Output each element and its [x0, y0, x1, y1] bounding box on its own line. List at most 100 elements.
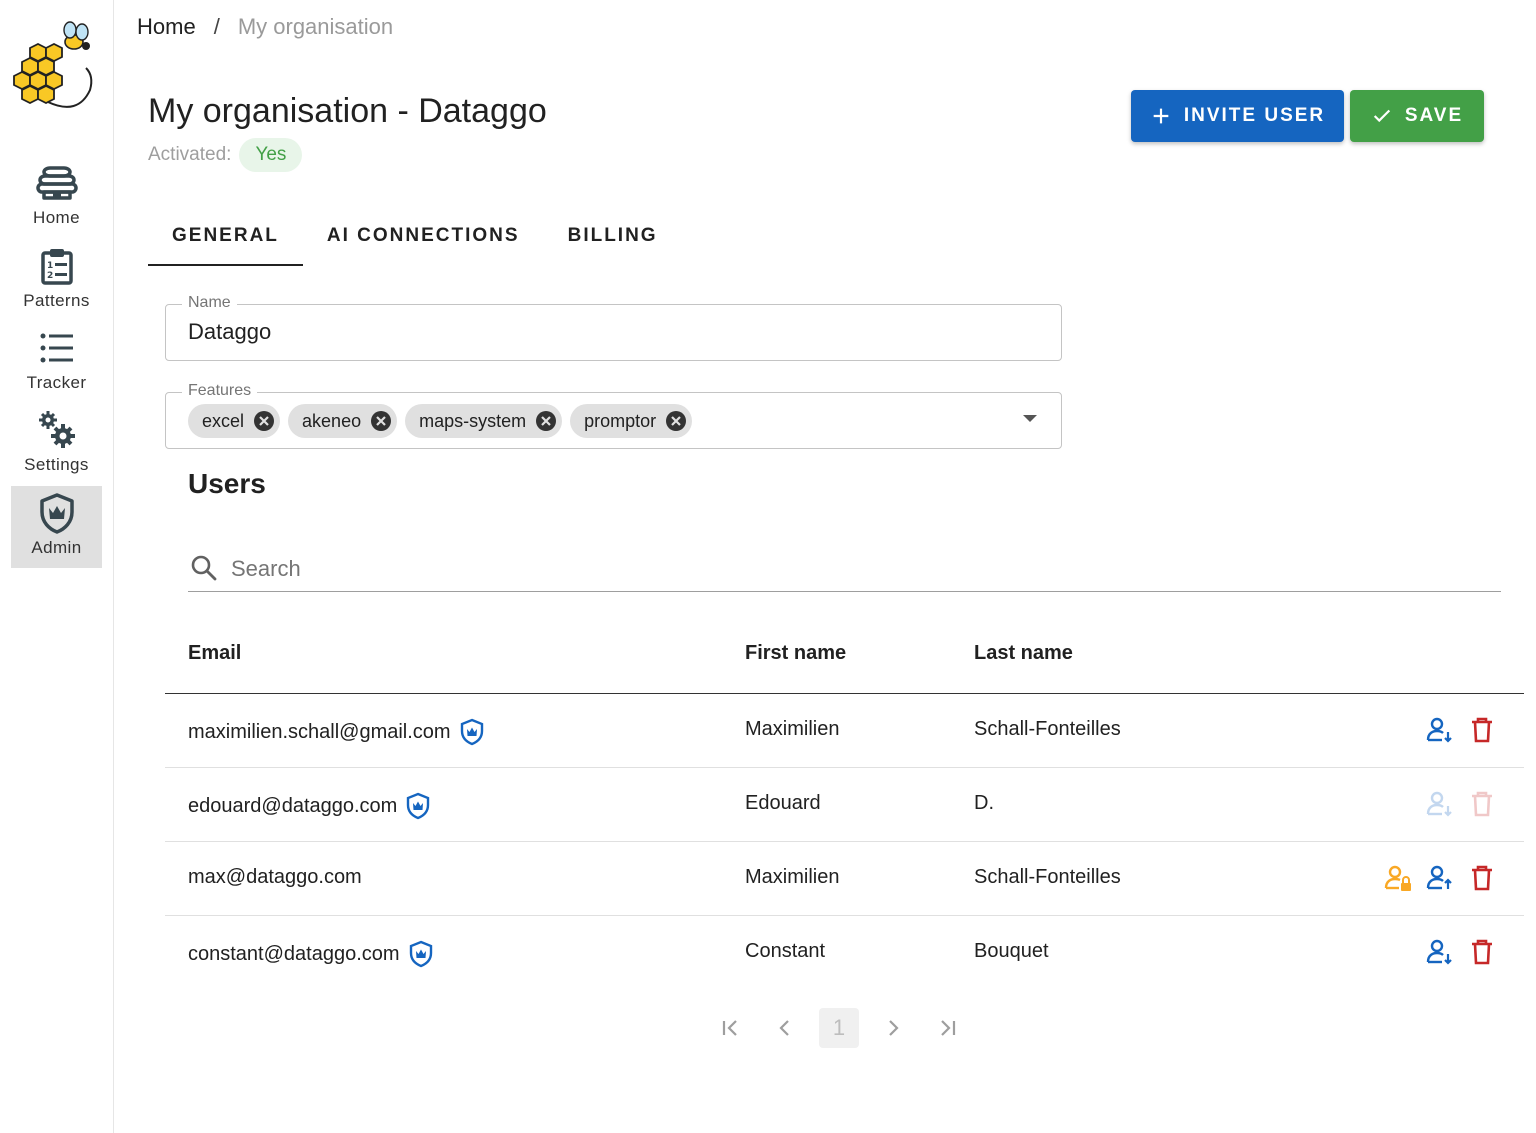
email-cell: constant@dataggo.com	[188, 940, 434, 968]
sidebar: Home 1 2 Patterns Tracker Settings Admin	[0, 0, 114, 1133]
last-page-button[interactable]	[927, 1008, 967, 1048]
table-row: max@dataggo.com Maximilien Schall-Fontei…	[165, 842, 1524, 916]
admin-shield-icon	[409, 940, 432, 968]
remove-chip-icon[interactable]	[664, 409, 688, 433]
promote-user-icon[interactable]	[1426, 864, 1454, 892]
admin-shield-icon	[460, 718, 483, 746]
features-select[interactable]: Features excel akeneo maps-system prompt…	[165, 382, 1062, 449]
tab-general[interactable]: GENERAL	[148, 206, 303, 266]
search-input[interactable]: Search	[188, 546, 1501, 592]
invite-user-label: INVITE USER	[1183, 105, 1326, 126]
sidebar-item-label: Settings	[24, 455, 89, 474]
delete-icon[interactable]	[1468, 716, 1496, 744]
feature-chip: excel	[188, 404, 281, 438]
feature-chip-label: excel	[202, 410, 245, 431]
list-icon	[40, 333, 73, 363]
demote-user-icon[interactable]	[1426, 938, 1454, 966]
feature-chip-label: maps-system	[419, 410, 527, 431]
next-page-button[interactable]	[873, 1008, 913, 1048]
first-name-cell: Maximilien	[745, 718, 840, 740]
row-actions	[1426, 790, 1496, 818]
feature-chip-label: akeneo	[302, 410, 362, 431]
chevron-right-icon	[889, 1020, 899, 1036]
page-title: My organisation - Dataggo	[148, 92, 547, 130]
sidebar-item-tracker[interactable]: Tracker	[11, 321, 102, 403]
column-header-last-name[interactable]: Last name	[974, 642, 1073, 665]
email-cell: edouard@dataggo.com	[188, 792, 431, 820]
activated-label: Activated:	[148, 144, 232, 165]
current-page[interactable]: 1	[819, 1008, 859, 1048]
demote-user-icon	[1426, 791, 1452, 817]
remove-chip-icon[interactable]	[252, 409, 276, 433]
row-actions	[1426, 938, 1496, 966]
previous-page-button[interactable]	[765, 1008, 805, 1048]
column-header-email[interactable]: Email	[188, 642, 241, 665]
breadcrumb: Home / My organisation	[137, 14, 393, 40]
feature-chip: maps-system	[405, 404, 563, 438]
clipboard-list-icon: 1 2	[40, 249, 73, 285]
name-field-value[interactable]: Dataggo	[188, 319, 271, 345]
pagination: 1	[711, 1008, 967, 1048]
feature-chips: excel akeneo maps-system promptor	[188, 404, 693, 438]
table-row: maximilien.schall@gmail.com Maximilien S…	[165, 694, 1524, 768]
tab-ai-connections[interactable]: AI CONNECTIONS	[303, 206, 544, 266]
sidebar-item-label: Admin	[31, 538, 82, 557]
sidebar-item-settings[interactable]: Settings	[11, 403, 102, 485]
plus-icon	[1153, 108, 1169, 124]
sidebar-item-label: Patterns	[23, 291, 90, 310]
email-cell: max@dataggo.com	[188, 866, 362, 889]
delete-icon[interactable]	[1468, 938, 1496, 966]
invite-user-button[interactable]: INVITE USER	[1131, 90, 1344, 142]
first-page-icon	[722, 1020, 737, 1036]
last-name-cell: D.	[974, 792, 994, 814]
name-field-label: Name	[182, 294, 237, 312]
feature-chip: promptor	[570, 404, 693, 438]
tab-billing[interactable]: BILLING	[544, 206, 682, 266]
last-name-cell: Schall-Fonteilles	[974, 866, 1121, 888]
feature-chip: akeneo	[288, 404, 398, 438]
beehive-icon	[35, 166, 78, 200]
gears-icon	[38, 411, 75, 448]
demote-user-icon[interactable]	[1426, 716, 1454, 744]
sidebar-item-home[interactable]: Home	[11, 156, 102, 238]
email-value: constant@dataggo.com	[188, 942, 400, 965]
breadcrumb-current: My organisation	[237, 14, 394, 39]
feature-chip-label: promptor	[584, 410, 657, 431]
first-name-cell: Maximilien	[745, 866, 840, 888]
save-label: SAVE	[1404, 105, 1464, 126]
first-name-cell: Edouard	[745, 792, 821, 814]
search-placeholder: Search	[231, 556, 301, 581]
tab-bar: GENERAL AI CONNECTIONS BILLING	[148, 206, 682, 266]
bee-hive-logo	[13, 21, 93, 108]
status-badge: Yes	[239, 138, 303, 172]
sidebar-item-patterns[interactable]: 1 2 Patterns	[11, 239, 102, 321]
remove-chip-icon[interactable]	[534, 409, 558, 433]
row-actions	[1426, 716, 1496, 744]
features-field-label: Features	[182, 382, 258, 400]
svg-text:1: 1	[47, 261, 53, 271]
admin-shield-icon	[407, 792, 430, 820]
users-section-title: Users	[188, 468, 266, 499]
column-header-first-name[interactable]: First name	[745, 642, 846, 665]
table-row: edouard@dataggo.com Edouard D.	[165, 768, 1524, 842]
row-actions	[1384, 864, 1496, 892]
name-field[interactable]: Name Dataggo	[165, 294, 1062, 361]
save-button[interactable]: SAVE	[1350, 90, 1484, 142]
remove-chip-icon[interactable]	[369, 409, 393, 433]
delete-icon	[1472, 791, 1492, 817]
chevron-down-icon[interactable]	[1023, 415, 1037, 422]
shield-crown-icon	[39, 493, 74, 534]
sidebar-item-label: Home	[33, 208, 80, 227]
breadcrumb-home-link[interactable]: Home	[137, 14, 196, 40]
last-name-cell: Schall-Fonteilles	[974, 718, 1121, 740]
delete-icon[interactable]	[1468, 864, 1496, 892]
last-name-cell: Bouquet	[974, 940, 1049, 962]
chevron-left-icon	[779, 1020, 789, 1036]
email-cell: maximilien.schall@gmail.com	[188, 718, 485, 746]
sidebar-item-admin[interactable]: Admin	[11, 486, 102, 568]
email-value: max@dataggo.com	[188, 866, 362, 888]
user-lock-icon[interactable]	[1384, 864, 1412, 892]
first-name-cell: Constant	[745, 940, 826, 962]
first-page-button[interactable]	[711, 1008, 751, 1048]
table-row: constant@dataggo.com Constant Bouquet	[165, 916, 1524, 990]
